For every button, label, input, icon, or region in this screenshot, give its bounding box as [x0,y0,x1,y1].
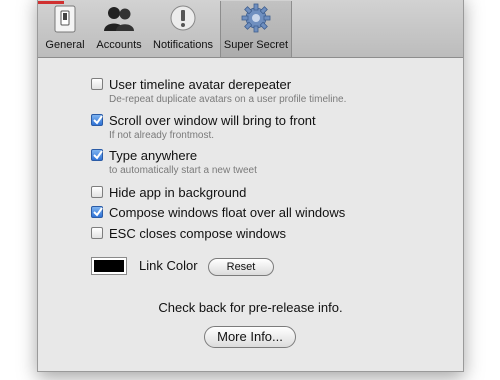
checkbox-hide-app[interactable] [91,186,103,198]
link-color-swatch [94,260,124,272]
tab-general[interactable]: General [42,1,88,57]
option-description: De-repeat duplicate avatars on a user pr… [109,94,347,105]
notifications-exclamation-icon [168,3,198,36]
tab-super-secret[interactable]: Super Secret [220,1,292,57]
preferences-window: General Accounts Notifications Super Sec… [37,0,464,372]
preferences-toolbar: General Accounts Notifications Super Sec… [38,0,463,58]
checkbox-compose-float[interactable] [91,206,103,218]
checkbox-type-anywhere[interactable] [91,149,103,161]
accounts-people-icon [102,3,136,36]
option-label: Type anywhere [109,148,198,163]
tab-accounts-label: Accounts [96,39,142,51]
option-label: ESC closes compose windows [109,226,287,241]
checkmark-icon [93,115,103,125]
option-description: If not already frontmost. [109,130,215,141]
tab-notifications-label: Notifications [153,39,213,51]
tab-general-label: General [45,39,85,51]
pre-release-info-text: Check back for pre-release info. [158,300,343,315]
reset-button[interactable]: Reset [208,258,274,276]
link-color-well[interactable] [91,257,127,275]
gear-icon [241,3,271,36]
checkbox-esc-closes[interactable] [91,227,103,239]
checkmark-icon [93,150,103,160]
more-info-button[interactable]: More Info... [204,326,296,348]
tab-notifications[interactable]: Notifications [148,1,218,57]
tab-accounts[interactable]: Accounts [93,1,145,57]
option-description: to automatically start a new tweet [109,165,257,176]
option-label: Hide app in background [109,185,247,200]
tab-super-secret-label: Super Secret [223,39,289,51]
option-label: User timeline avatar derepeater [109,77,292,92]
checkbox-avatar-derepeater[interactable] [91,78,103,90]
option-label: Compose windows float over all windows [109,205,346,220]
checkbox-scroll-bring-front[interactable] [91,114,103,126]
super-secret-pane: User timeline avatar derepeater De-repea… [38,58,463,371]
link-color-label: Link Color [139,258,198,273]
general-switch-icon [53,3,77,36]
option-label: Scroll over window will bring to front [109,113,316,128]
checkmark-icon [93,207,103,217]
